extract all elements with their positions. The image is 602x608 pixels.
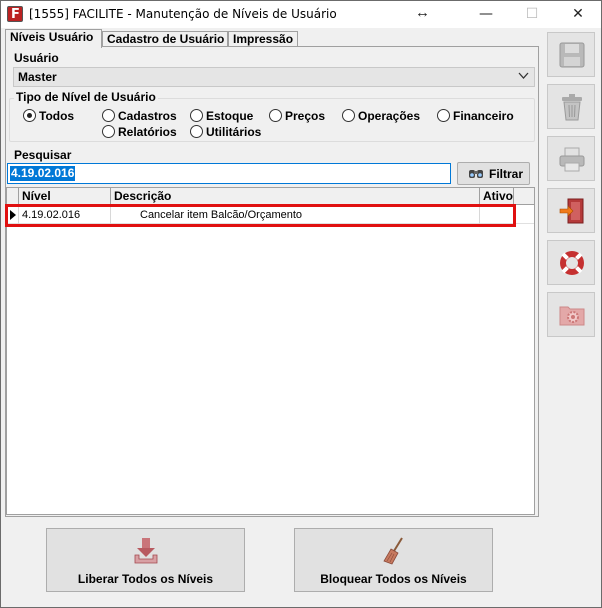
highlight-annotation: [5, 204, 516, 227]
filter-button[interactable]: Filtrar: [457, 162, 530, 185]
grid-header: Nível Descrição Ativo: [7, 188, 534, 205]
column-header-ativo[interactable]: Ativo: [480, 188, 514, 205]
print-button[interactable]: [547, 136, 595, 181]
main-window: F [1555] FACILITE - Manutenção de Níveis…: [0, 0, 602, 608]
column-header-nivel[interactable]: Nível: [19, 188, 111, 205]
radio-relatorios-dot: [102, 125, 115, 138]
trash-icon: [562, 94, 582, 121]
radio-financeiro-dot: [437, 109, 450, 122]
liberar-todos-button[interactable]: Liberar Todos os Níveis: [46, 528, 245, 592]
column-header-descricao[interactable]: Descrição: [111, 188, 480, 205]
radio-operacoes-dot: [342, 109, 355, 122]
tab-impressao[interactable]: Impressão: [228, 31, 298, 47]
radio-cadastros-dot: [102, 109, 115, 122]
printer-icon: [559, 147, 585, 172]
search-input-value: 4.19.02.016: [10, 166, 76, 181]
tab-niveis-usuario[interactable]: Níveis Usuário: [5, 29, 102, 48]
radio-relatorios-label: Relatórios: [118, 125, 177, 139]
radio-utilitarios-label: Utilitários: [206, 125, 262, 139]
radio-todos-dot: [23, 109, 36, 122]
close-button[interactable]: ✕: [555, 1, 601, 28]
radio-estoque-dot: [190, 109, 203, 122]
usuario-label: Usuário: [14, 51, 59, 65]
pesquisar-label: Pesquisar: [14, 148, 72, 162]
radio-utilitarios-dot: [190, 125, 203, 138]
binoculars-icon: [469, 170, 483, 178]
radio-financeiro-label: Financeiro: [453, 109, 514, 123]
lifebuoy-icon: [560, 251, 584, 275]
search-input[interactable]: 4.19.02.016: [7, 163, 451, 184]
radio-precos-dot: [269, 109, 282, 122]
radio-todos-label: Todos: [39, 109, 75, 123]
app-logo-letter: F: [11, 7, 20, 22]
bloquear-todos-button[interactable]: Bloquear Todos os Níveis: [294, 528, 493, 592]
resize-arrows-icon: ↔: [415, 4, 430, 21]
liberar-todos-label: Liberar Todos os Níveis: [77, 572, 214, 586]
delete-button[interactable]: [547, 84, 595, 129]
exit-door-icon: [559, 198, 584, 224]
bloquear-todos-label: Bloquear Todos os Níveis: [320, 572, 467, 586]
usuario-select-value: Master: [18, 70, 57, 84]
download-tray-icon: [134, 538, 158, 564]
tab-cadastro-usuario[interactable]: Cadastro de Usuário: [102, 31, 228, 47]
folder-gear-icon: [559, 306, 585, 326]
usuario-select[interactable]: Master: [13, 67, 535, 87]
grid-header-indicator: [7, 188, 19, 205]
app-logo-icon: F: [7, 6, 23, 22]
chevron-down-icon: [518, 70, 529, 84]
radio-precos-label: Preços: [285, 109, 326, 123]
minimize-button[interactable]: —: [463, 1, 509, 28]
maximize-button[interactable]: ☐: [509, 1, 555, 28]
filter-button-label: Filtrar: [489, 167, 524, 181]
niveis-grid[interactable]: Nível Descrição Ativo 4.19.02.016 Cancel…: [6, 187, 535, 515]
tipo-nivel-title: Tipo de Nível de Usuário: [14, 90, 158, 104]
help-button[interactable]: [547, 240, 595, 285]
window-title: [1555] FACILITE - Manutenção de Níveis d…: [29, 7, 337, 21]
exit-button[interactable]: [547, 188, 595, 233]
radio-estoque-label: Estoque: [206, 109, 254, 123]
save-button[interactable]: [547, 32, 595, 77]
title-bar[interactable]: F [1555] FACILITE - Manutenção de Níveis…: [1, 1, 601, 28]
radio-operacoes-label: Operações: [358, 109, 421, 123]
radio-cadastros-label: Cadastros: [118, 109, 177, 123]
settings-button[interactable]: [547, 292, 595, 337]
save-icon: [559, 42, 585, 68]
broom-icon: [383, 537, 403, 565]
